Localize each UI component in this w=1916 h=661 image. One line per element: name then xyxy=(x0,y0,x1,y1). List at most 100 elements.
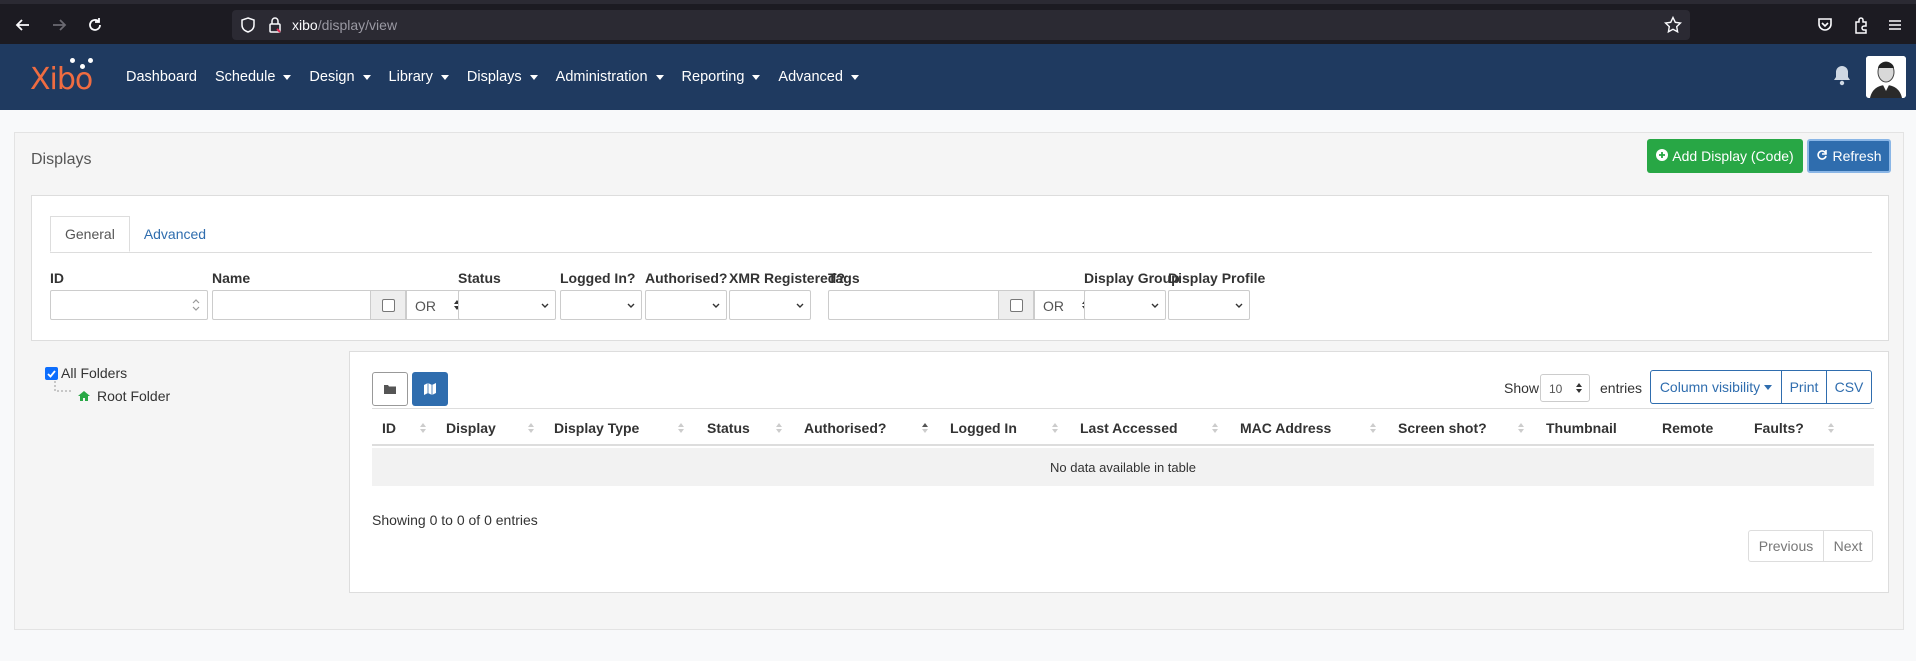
menu-label: Administration xyxy=(555,69,648,85)
menu-advanced[interactable]: Advanced xyxy=(778,69,859,85)
print-button[interactable]: Print xyxy=(1781,370,1827,404)
xibo-logo[interactable]: Xibo xyxy=(30,56,100,98)
menu-label: Reporting xyxy=(681,69,745,85)
caret-down-icon xyxy=(362,74,371,80)
or-value: OR xyxy=(1043,298,1064,314)
tabs-divider xyxy=(50,252,1872,253)
display-group-label: Display Group xyxy=(1084,270,1180,286)
authorised-select[interactable] xyxy=(645,290,727,320)
menu-library[interactable]: Library xyxy=(389,69,449,85)
all-folders-item[interactable]: All Folders xyxy=(45,365,127,381)
page-size-value: 10 xyxy=(1549,382,1563,396)
authorised-label: Authorised? xyxy=(645,270,728,286)
col-header-id[interactable]: ID xyxy=(382,420,396,436)
main-menu: Dashboard Schedule Design Library Displa… xyxy=(126,44,877,110)
menu-reporting[interactable]: Reporting xyxy=(682,69,761,85)
xmr-registered-select[interactable] xyxy=(729,290,811,320)
lock-icon[interactable] xyxy=(268,17,282,37)
page-title: Displays xyxy=(31,151,92,168)
menu-design[interactable]: Design xyxy=(309,69,371,85)
extensions-icon[interactable] xyxy=(1850,14,1872,36)
col-header-thumbnail: Thumbnail xyxy=(1546,420,1617,436)
show-label: Show xyxy=(1504,380,1540,396)
folder-toggle-button[interactable] xyxy=(372,372,408,406)
checkbox-checked-icon[interactable] xyxy=(45,366,58,380)
print-label: Print xyxy=(1789,379,1819,395)
or-value: OR xyxy=(415,298,436,314)
menu-administration[interactable]: Administration xyxy=(556,69,664,85)
col-header-display[interactable]: Display xyxy=(446,420,496,436)
menu-label: Schedule xyxy=(214,69,276,85)
col-header-mac-address[interactable]: MAC Address xyxy=(1240,420,1331,436)
display-profile-select[interactable] xyxy=(1168,290,1250,320)
bell-icon[interactable] xyxy=(1832,64,1852,86)
tab-advanced[interactable]: Advanced xyxy=(130,216,220,252)
folder-tree: All Folders Root Folder xyxy=(31,351,349,593)
add-display-label: Add Display (Code) xyxy=(1672,148,1794,164)
chevron-down-icon xyxy=(1151,303,1159,308)
shield-icon[interactable] xyxy=(240,17,256,37)
menu-dashboard[interactable]: Dashboard xyxy=(126,69,197,85)
address-bar[interactable]: xibo/display/view xyxy=(232,10,1690,40)
reload-icon[interactable] xyxy=(84,14,106,36)
table-header: ID Display Display Type Status Authorise… xyxy=(372,408,1874,446)
spinner-icon[interactable] xyxy=(191,298,201,312)
display-group-select[interactable] xyxy=(1084,290,1166,320)
back-icon[interactable] xyxy=(12,14,34,36)
user-avatar[interactable] xyxy=(1866,56,1906,98)
home-icon xyxy=(78,391,90,401)
menu-displays[interactable]: Displays xyxy=(467,69,538,85)
column-visibility-button[interactable]: Column visibility xyxy=(1650,370,1782,404)
refresh-icon xyxy=(1816,149,1828,164)
menu-icon[interactable] xyxy=(1884,14,1906,36)
caret-down-icon xyxy=(440,74,449,80)
displays-card: Displays Add Display (Code) Refresh Gene… xyxy=(14,132,1904,630)
next-label: Next xyxy=(1833,538,1863,554)
name-label: Name xyxy=(212,270,251,286)
bookmark-star-icon[interactable] xyxy=(1663,15,1683,38)
caret-down-icon xyxy=(752,74,761,80)
col-header-authorised[interactable]: Authorised? xyxy=(804,420,886,436)
tags-input[interactable] xyxy=(828,290,1000,320)
caret-down-icon xyxy=(1764,384,1773,390)
col-header-display-type[interactable]: Display Type xyxy=(554,420,639,436)
sort-icon xyxy=(678,423,684,433)
display-profile-label: Display Profile xyxy=(1168,270,1266,286)
csv-button[interactable]: CSV xyxy=(1826,370,1872,404)
sort-icon xyxy=(1052,423,1058,433)
forward-icon[interactable] xyxy=(48,14,70,36)
col-header-logged-in[interactable]: Logged In xyxy=(950,420,1017,436)
menu-label: Dashboard xyxy=(126,69,197,85)
tree-connector-icon xyxy=(54,381,73,392)
root-folder-item[interactable]: Root Folder xyxy=(77,388,170,404)
name-regex-checkbox[interactable] xyxy=(370,290,406,320)
tab-general[interactable]: General xyxy=(50,216,130,252)
url-host: xibo xyxy=(292,17,318,33)
all-folders-label: All Folders xyxy=(61,365,128,381)
caret-down-icon xyxy=(655,74,664,80)
tags-exact-checkbox[interactable] xyxy=(998,290,1034,320)
id-input[interactable] xyxy=(50,290,208,320)
caret-down-icon xyxy=(850,74,859,80)
col-header-last-accessed[interactable]: Last Accessed xyxy=(1080,420,1178,436)
logged-in-select[interactable] xyxy=(560,290,642,320)
page-size-select[interactable]: 10 xyxy=(1540,374,1590,402)
name-input[interactable] xyxy=(212,290,372,320)
add-display-button[interactable]: Add Display (Code) xyxy=(1647,139,1803,173)
previous-label: Previous xyxy=(1758,538,1814,554)
tags-label: Tags xyxy=(828,270,860,286)
sort-icon xyxy=(1518,423,1524,433)
col-header-screenshot[interactable]: Screen shot? xyxy=(1398,420,1487,436)
refresh-label: Refresh xyxy=(1832,148,1882,164)
col-header-faults[interactable]: Faults? xyxy=(1754,420,1804,436)
status-select[interactable] xyxy=(458,290,556,320)
table-info: Showing 0 to 0 of 0 entries xyxy=(372,512,538,528)
chevron-down-icon xyxy=(712,303,720,308)
next-page-button[interactable]: Next xyxy=(1823,530,1873,562)
menu-schedule[interactable]: Schedule xyxy=(214,69,292,85)
col-header-status[interactable]: Status xyxy=(707,420,750,436)
pocket-icon[interactable] xyxy=(1814,14,1836,36)
map-view-button[interactable] xyxy=(412,372,448,406)
refresh-button[interactable]: Refresh xyxy=(1807,139,1891,173)
previous-page-button[interactable]: Previous xyxy=(1748,530,1824,562)
